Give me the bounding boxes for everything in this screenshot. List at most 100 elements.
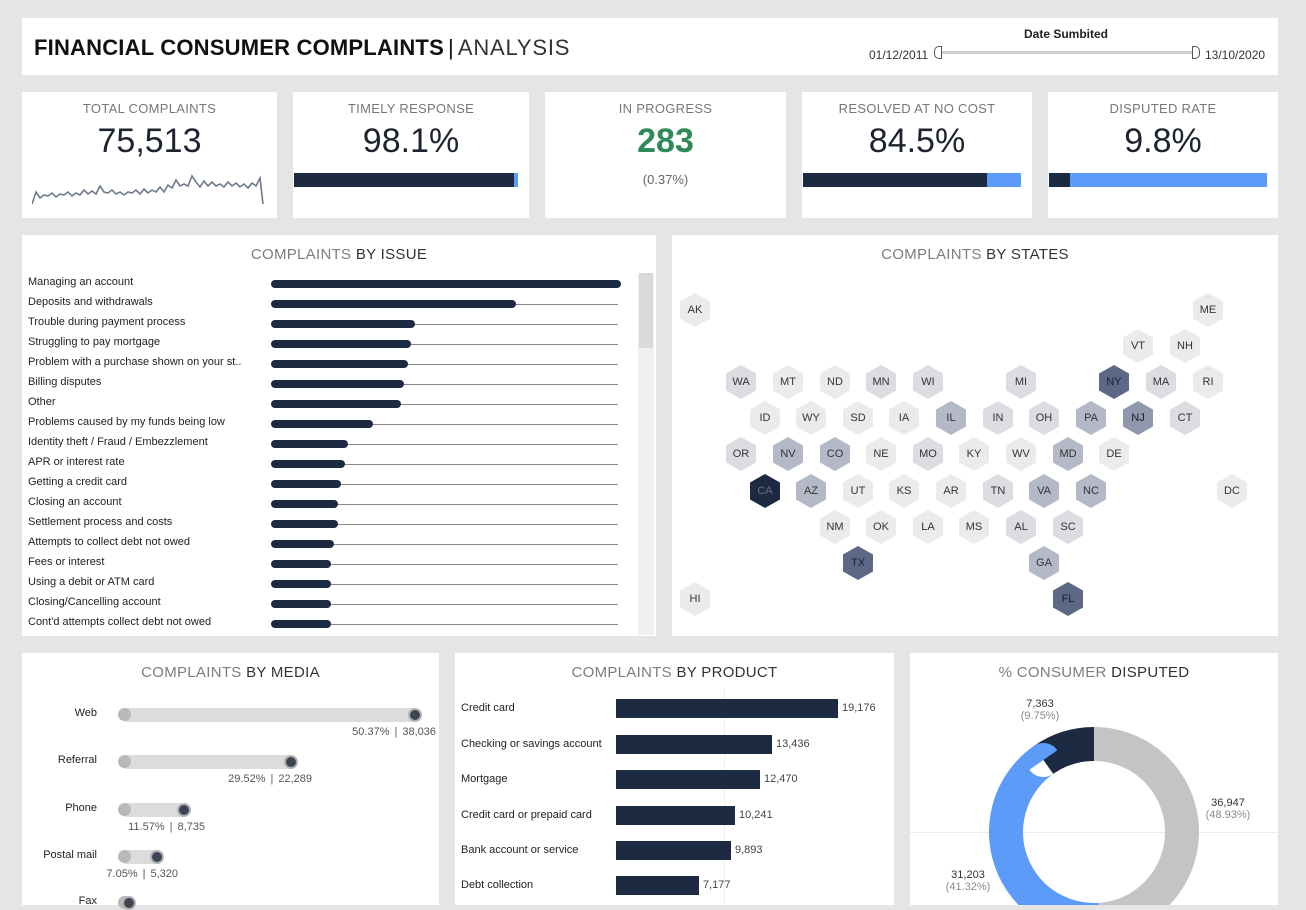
state-hex-tx[interactable]: TX [843,546,873,580]
issue-row[interactable]: APR or interest rate [22,454,642,474]
state-hex-nh[interactable]: NH [1170,329,1200,363]
issue-row[interactable]: Other [22,394,642,414]
state-hex-mi[interactable]: MI [1006,365,1036,399]
state-hex-me[interactable]: ME [1193,293,1223,327]
product-bar[interactable] [616,806,735,825]
issue-row[interactable]: Closing/Cancelling account [22,594,642,614]
state-hex-ct[interactable]: CT [1170,401,1200,435]
issue-scrollbar[interactable] [638,273,654,635]
state-hex-az[interactable]: AZ [796,474,826,508]
state-hex-ga[interactable]: GA [1029,546,1059,580]
state-hex-ut[interactable]: UT [843,474,873,508]
state-hex-la[interactable]: LA [913,510,943,544]
state-hex-ny[interactable]: NY [1099,365,1129,399]
state-hex-wy[interactable]: WY [796,401,826,435]
state-hex-tn[interactable]: TN [983,474,1013,508]
state-hex-ok[interactable]: OK [866,510,896,544]
issue-bar[interactable] [271,560,331,568]
state-hex-or[interactable]: OR [726,437,756,471]
state-hex-nv[interactable]: NV [773,437,803,471]
issue-bar[interactable] [271,440,348,448]
media-bar[interactable] [120,755,296,769]
state-hex-oh[interactable]: OH [1029,401,1059,435]
issue-row[interactable]: Problems caused by my funds being low [22,414,642,434]
issue-bar[interactable] [271,300,516,308]
issue-bar[interactable] [271,620,331,628]
issue-row[interactable]: Managing an account [22,274,642,294]
scrollbar-thumb[interactable] [639,273,653,348]
issue-bar[interactable] [271,380,404,388]
state-hex-co[interactable]: CO [820,437,850,471]
state-hex-il[interactable]: IL [936,401,966,435]
issue-row[interactable]: Getting a credit card [22,474,642,494]
state-hex-ne[interactable]: NE [866,437,896,471]
state-hex-ia[interactable]: IA [889,401,919,435]
date-range-slider[interactable] [938,51,1196,54]
state-hex-ak[interactable]: AK [680,293,710,327]
issue-row[interactable]: Using a debit or ATM card [22,574,642,594]
media-bar[interactable] [120,708,420,722]
state-hex-ky[interactable]: KY [959,437,989,471]
issue-row[interactable]: Settlement process and costs [22,514,642,534]
state-hex-in[interactable]: IN [983,401,1013,435]
issue-row[interactable]: Problem with a purchase shown on your st… [22,354,642,374]
issue-bar[interactable] [271,480,341,488]
issue-bar[interactable] [271,340,411,348]
issue-row[interactable]: Cont'd attempts collect debt not owed [22,614,642,634]
issue-bar[interactable] [271,520,338,528]
issue-row[interactable]: Struggling to pay mortgage [22,334,642,354]
state-hex-ar[interactable]: AR [936,474,966,508]
state-hex-nm[interactable]: NM [820,510,850,544]
state-hex-dc[interactable]: DC [1217,474,1247,508]
issue-bar[interactable] [271,500,338,508]
state-hex-sd[interactable]: SD [843,401,873,435]
state-hex-va[interactable]: VA [1029,474,1059,508]
state-hex-ma[interactable]: MA [1146,365,1176,399]
state-hex-sc[interactable]: SC [1053,510,1083,544]
state-hex-hi[interactable]: HI [680,582,710,616]
state-hex-nc[interactable]: NC [1076,474,1106,508]
state-hex-ca[interactable]: CA [750,474,780,508]
state-hex-fl[interactable]: FL [1053,582,1083,616]
issue-row[interactable]: Attempts to collect debt not owed [22,534,642,554]
issue-row[interactable]: Identity theft / Fraud / Embezzlement [22,434,642,454]
issue-bar[interactable] [271,400,401,408]
state-hex-nj[interactable]: NJ [1123,401,1153,435]
issue-bar[interactable] [271,540,334,548]
issue-bar[interactable] [271,580,331,588]
state-hex-mt[interactable]: MT [773,365,803,399]
state-hex-wa[interactable]: WA [726,365,756,399]
state-hex-de[interactable]: DE [1099,437,1129,471]
issue-bar[interactable] [271,360,408,368]
issue-bar[interactable] [271,460,345,468]
state-hex-nd[interactable]: ND [820,365,850,399]
issue-row[interactable]: Billing disputes [22,374,642,394]
state-hex-pa[interactable]: PA [1076,401,1106,435]
state-hex-ms[interactable]: MS [959,510,989,544]
state-hex-vt[interactable]: VT [1123,329,1153,363]
state-hex-wv[interactable]: WV [1006,437,1036,471]
date-end-handle[interactable] [1192,46,1200,59]
state-hex-mo[interactable]: MO [913,437,943,471]
product-bar[interactable] [616,876,699,895]
issue-row[interactable]: Fees or interest [22,554,642,574]
issue-bar[interactable] [271,420,373,428]
issue-row[interactable]: Deposits and withdrawals [22,294,642,314]
state-hex-wi[interactable]: WI [913,365,943,399]
product-bar[interactable] [616,841,731,860]
issue-row[interactable]: Trouble during payment process [22,314,642,334]
date-start-handle[interactable] [934,46,942,59]
state-hex-id[interactable]: ID [750,401,780,435]
issue-row[interactable]: Closing an account [22,494,642,514]
product-bar[interactable] [616,699,838,718]
issue-bar[interactable] [271,320,415,328]
product-bar[interactable] [616,770,760,789]
issue-bar[interactable] [271,280,621,288]
product-bar[interactable] [616,735,772,754]
state-hex-ri[interactable]: RI [1193,365,1223,399]
state-hex-md[interactable]: MD [1053,437,1083,471]
state-hex-ks[interactable]: KS [889,474,919,508]
state-hex-mn[interactable]: MN [866,365,896,399]
state-hex-al[interactable]: AL [1006,510,1036,544]
issue-bar[interactable] [271,600,331,608]
